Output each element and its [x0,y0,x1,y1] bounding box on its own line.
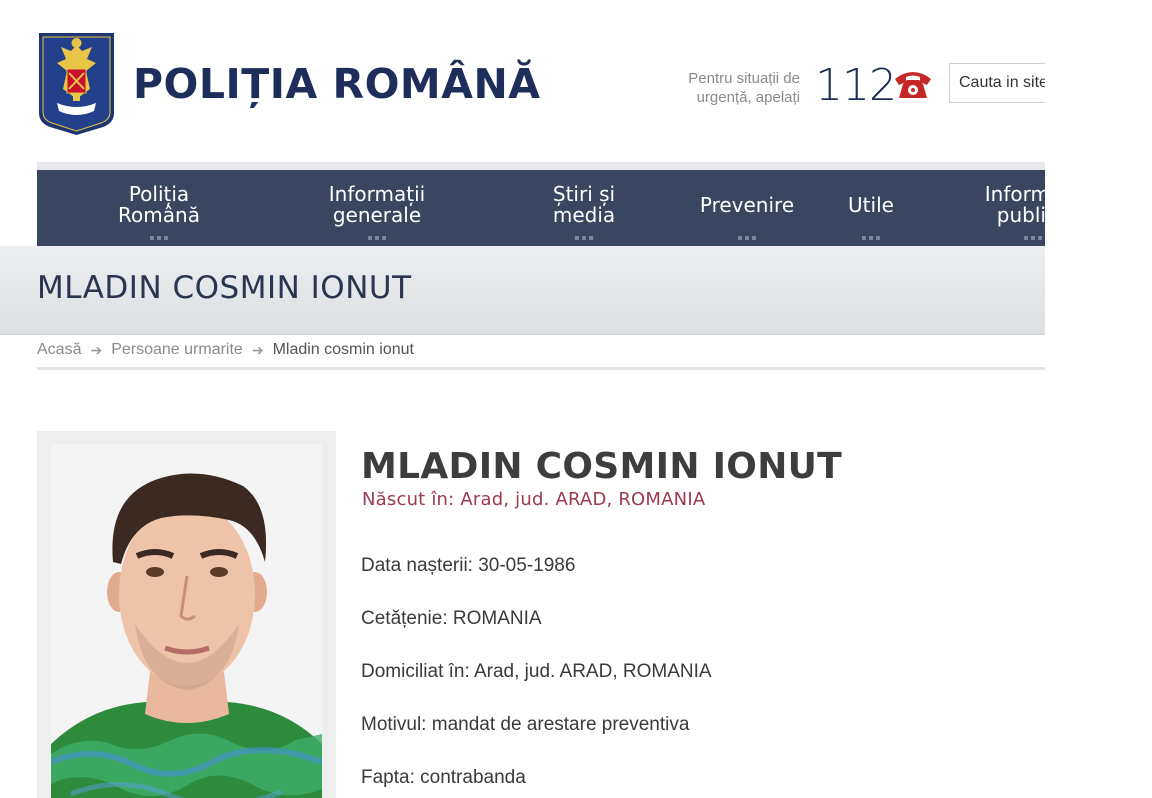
nav-dots-icon [1024,236,1042,240]
site-title[interactable]: POLIȚIA ROMÂNĂ [133,60,541,108]
nav-dots-icon [150,236,168,240]
nav-dots-icon [738,236,756,240]
warrant-reason: Motivul: mandat de arestare preventiva [361,714,690,735]
residence: Domiciliat în: Arad, jud. ARAD, ROMANIA [361,661,712,682]
citizenship: Cetățenie: ROMANIA [361,608,542,629]
search-input[interactable] [949,63,1045,103]
page-title: MLADIN COSMIN IONUT [37,270,412,306]
nav-dots-icon [575,236,593,240]
photo-card [37,431,336,798]
police-crest-logo[interactable] [37,31,116,136]
page-frame: POLIȚIA ROMÂNĂ Pentru situații de urgenț… [0,0,1045,798]
breadcrumb-arrow-icon: ➔ [90,341,103,358]
person-name: MLADIN COSMIN IONUT [361,446,843,487]
birth-date: Data nașterii: 30-05-1986 [361,555,576,576]
breadcrumb-section-link[interactable]: Persoane urmarite [111,341,243,359]
nav-item-utile[interactable]: Utile [831,170,911,246]
breadcrumb: Acasă ➔ Persoane urmarite ➔ Mladin cosmi… [37,341,414,359]
nav-item-label: Prevenire [699,192,795,217]
breadcrumb-arrow-icon: ➔ [251,341,264,358]
nav-item-informatii-publice[interactable]: Informații publice [963,170,1045,246]
main-nav: Poliția Română Informații generale Știri… [37,170,1045,246]
nav-item-politia-romana[interactable]: Poliția Română [89,170,229,246]
phone-icon [895,72,931,98]
breadcrumb-divider [37,367,1045,370]
nav-dots-icon [862,236,880,240]
nav-item-label: Utile [848,192,894,217]
emergency-number: 112 [815,60,897,111]
offense: Fapta: contrabanda [361,767,526,788]
nav-item-informatii-generale[interactable]: Informații generale [307,170,447,246]
nav-top-band [37,162,1045,170]
nav-item-stiri-media[interactable]: Știri și media [524,170,644,246]
nav-dots-icon [368,236,386,240]
nav-item-label: Informații publice [984,182,1045,227]
breadcrumb-current: Mladin cosmin ionut [272,341,414,358]
birthplace: Născut în: Arad, jud. ARAD, ROMANIA [362,489,706,510]
emergency-text: Pentru situații de urgență, apelați [688,70,800,106]
nav-item-label: Poliția Română [118,182,200,227]
nav-item-label: Știri și media [552,182,616,227]
nav-item-label: Informații generale [328,182,426,227]
person-photo [51,444,322,798]
nav-item-prevenire[interactable]: Prevenire [687,170,807,246]
breadcrumb-home-link[interactable]: Acasă [37,341,81,359]
